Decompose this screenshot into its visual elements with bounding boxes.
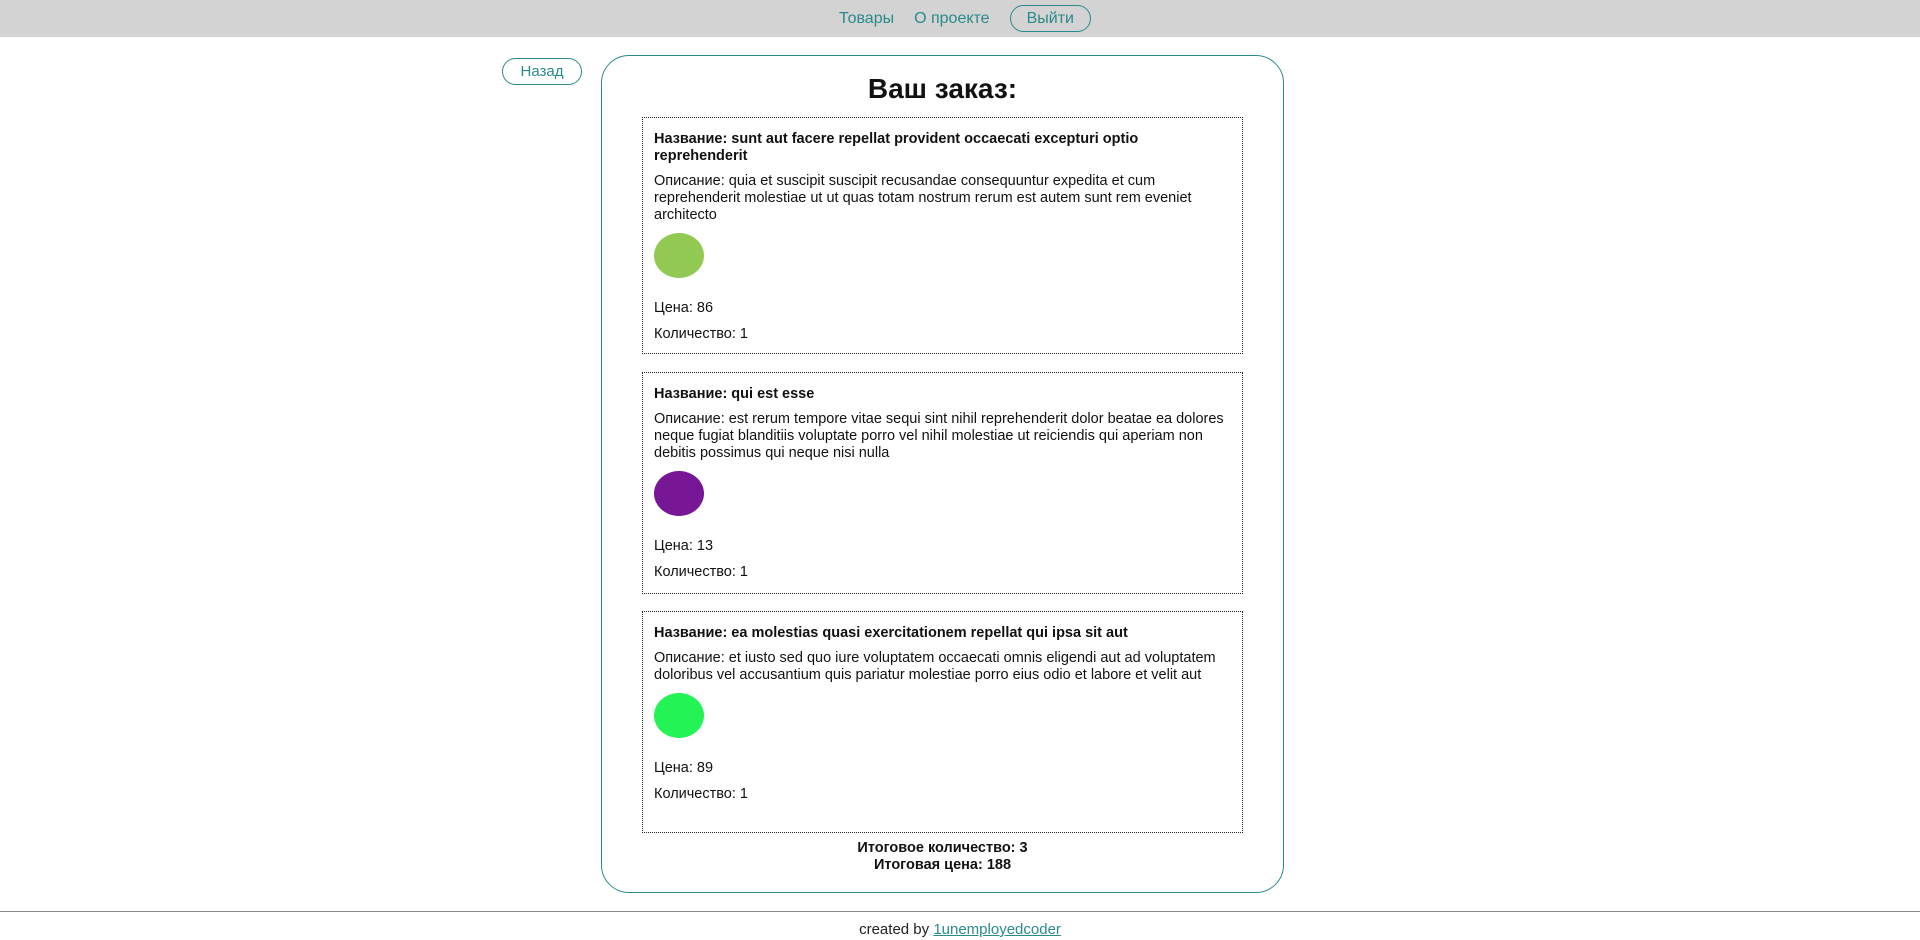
- item-quantity: Количество: 1: [654, 326, 748, 342]
- back-button[interactable]: Назад: [502, 58, 582, 85]
- item-description: Описание: quia et suscipit suscipit recu…: [654, 173, 1192, 223]
- item-price: Цена: 13: [654, 538, 714, 554]
- order-item: Название: qui est esse Описание: est rer…: [642, 372, 1243, 594]
- order-item: Название: ea molestias quasi exercitatio…: [642, 611, 1243, 833]
- logout-button[interactable]: Выйти: [1009, 5, 1091, 32]
- total-quantity: Итоговое количество: 3: [857, 840, 1028, 856]
- item-price: Цена: 89: [654, 760, 714, 776]
- footer-divider: [0, 911, 1920, 912]
- footer-credit-text: created by: [859, 921, 930, 938]
- item-image: [654, 693, 704, 738]
- item-description: Описание: est rerum tempore vitae sequi …: [654, 411, 1224, 461]
- total-price: Итоговая цена: 188: [873, 857, 1012, 873]
- item-image: [654, 471, 704, 516]
- item-price: Цена: 86: [654, 300, 714, 316]
- nav-about-link[interactable]: О проекте: [904, 10, 999, 28]
- nav-products-link[interactable]: Товары: [829, 10, 904, 28]
- author-link[interactable]: 1unemployedcoder: [933, 921, 1061, 938]
- item-quantity: Количество: 1: [654, 564, 748, 580]
- footer: created by 1unemployedcoder: [0, 921, 1920, 938]
- order-title: Ваш заказ:: [867, 73, 1018, 104]
- item-name: Название: sunt aut facere repellat provi…: [654, 131, 1139, 164]
- item-quantity: Количество: 1: [654, 786, 748, 802]
- top-nav-bar: Товары О проекте Выйти: [0, 0, 1920, 37]
- item-description: Описание: et iusto sed quo iure voluptat…: [654, 650, 1216, 683]
- order-item: Название: sunt aut facere repellat provi…: [642, 117, 1243, 354]
- item-image: [654, 233, 704, 278]
- item-name: Название: qui est esse: [654, 386, 815, 402]
- item-name: Название: ea molestias quasi exercitatio…: [654, 625, 1128, 641]
- order-card: Ваш заказ: Название: sunt aut facere rep…: [601, 55, 1284, 893]
- order-totals: Итоговое количество: 3 Итоговая цена: 18…: [602, 840, 1283, 874]
